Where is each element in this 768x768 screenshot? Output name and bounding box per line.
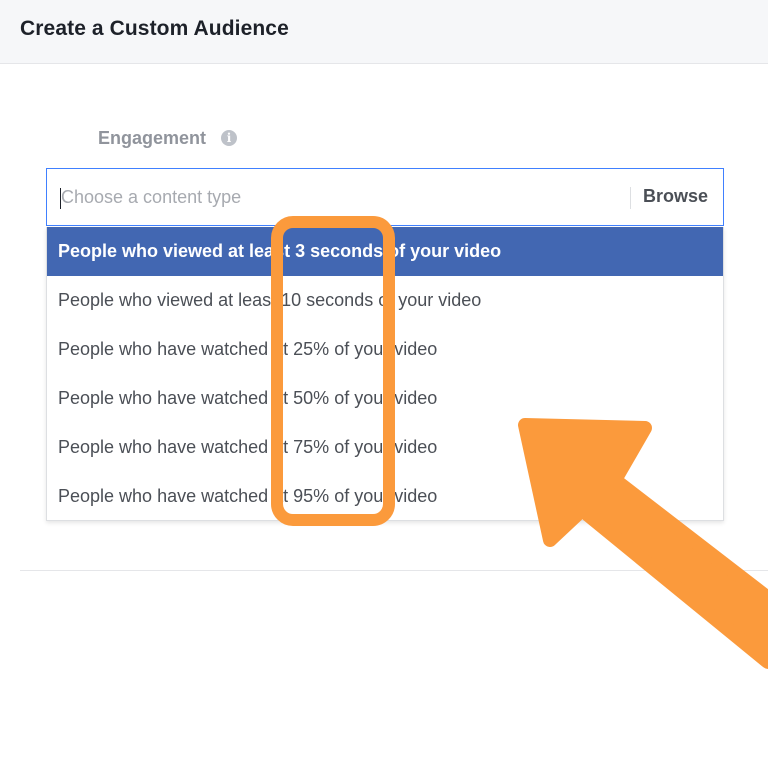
info-icon[interactable]: i bbox=[221, 130, 237, 146]
dialog-header: Create a Custom Audience bbox=[0, 0, 768, 64]
section-divider bbox=[20, 570, 768, 571]
content-type-input[interactable]: Choose a content type Browse bbox=[46, 168, 724, 226]
dialog-title: Create a Custom Audience bbox=[20, 17, 289, 40]
create-custom-audience-dialog: Create a Custom Audience Engagement i Ch… bbox=[0, 0, 768, 768]
input-divider bbox=[630, 187, 631, 209]
content-type-placeholder: Choose a content type bbox=[61, 187, 242, 207]
browse-button[interactable]: Browse bbox=[643, 186, 708, 207]
annotation-highlight-box bbox=[271, 216, 395, 526]
engagement-label: Engagement bbox=[98, 128, 207, 148]
text-caret bbox=[60, 188, 61, 209]
